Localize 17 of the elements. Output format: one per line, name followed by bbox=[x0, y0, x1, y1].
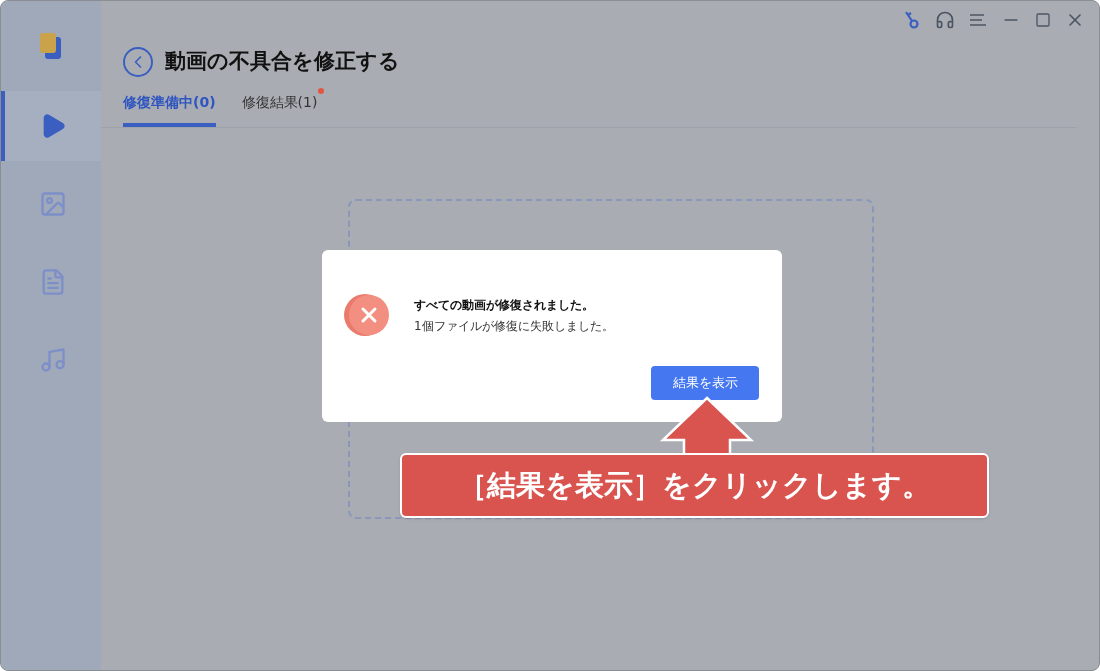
back-button[interactable] bbox=[123, 46, 153, 77]
page-title: 動画の不具合を修正する bbox=[165, 48, 400, 75]
app-logo-icon bbox=[38, 31, 64, 61]
dialog-title: すべての動画が修復されました。 bbox=[414, 296, 595, 314]
tab[interactable]: 修復結果(1) bbox=[241, 91, 318, 127]
music-note-icon bbox=[39, 346, 67, 374]
image-icon bbox=[39, 190, 67, 218]
headset-icon[interactable] bbox=[935, 10, 955, 30]
tab[interactable]: 修復準備中(0) bbox=[123, 91, 216, 127]
key-icon[interactable] bbox=[903, 10, 921, 30]
menu-icon[interactable] bbox=[969, 12, 987, 28]
callout-label: ［結果を表示］をクリックします。 bbox=[400, 453, 989, 518]
sidebar-item[interactable] bbox=[1, 91, 101, 161]
show-results-button[interactable]: 結果を表示 bbox=[651, 366, 759, 400]
maximize-icon[interactable] bbox=[1035, 12, 1051, 28]
error-icon bbox=[344, 292, 390, 338]
dialog-message: 1個ファイルが修復に失敗しました。 bbox=[414, 317, 614, 335]
